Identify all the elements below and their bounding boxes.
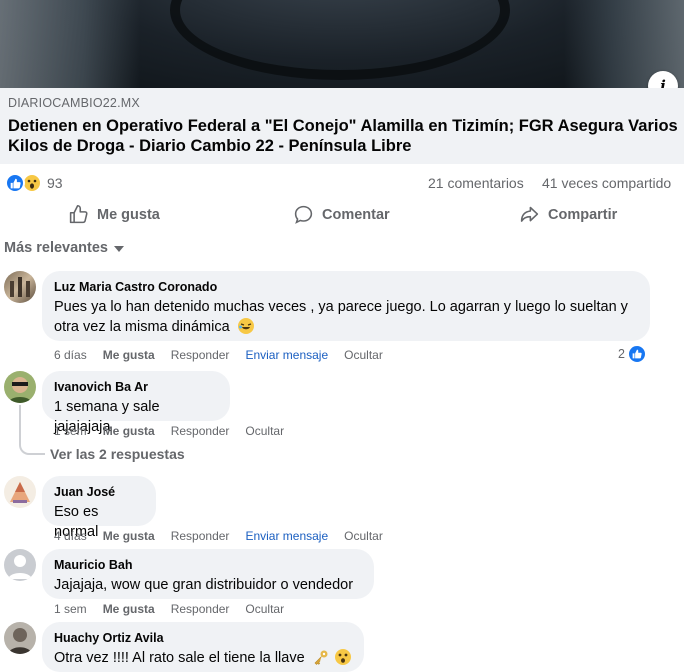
- hide-comment-button[interactable]: Ocultar: [344, 529, 383, 543]
- link-domain: DIARIOCAMBIO22.MX: [8, 96, 140, 110]
- comment-time[interactable]: 6 días: [54, 348, 87, 362]
- comment-bubble: Mauricio Bah Jajajaja, wow que gran dist…: [42, 549, 374, 599]
- key-emoji-icon: [313, 649, 329, 665]
- comment-meta: 6 días Me gusta Responder Enviar mensaje…: [54, 348, 399, 362]
- comment-like-button[interactable]: Me gusta: [103, 602, 155, 616]
- comment-like-number: 2: [618, 347, 625, 361]
- comment-bubble: Ivanovich Ba Ar 1 semana y sale jajajaja…: [42, 371, 230, 435]
- avatar[interactable]: [4, 476, 36, 508]
- comment-like-button[interactable]: Me gusta: [103, 529, 155, 543]
- comment-meta: 4 días Me gusta Responder Enviar mensaje…: [54, 529, 399, 543]
- avatar[interactable]: [4, 271, 36, 303]
- send-message-button[interactable]: Enviar mensaje: [245, 529, 328, 543]
- comment-text: Otra vez !!!! Al rato sale el tiene la l…: [54, 650, 305, 666]
- wow-reaction-icon[interactable]: [22, 173, 42, 193]
- comment-text: Pues ya lo han detenido muchas veces , y…: [54, 299, 628, 315]
- post-actions: Me gusta Comentar Compartir: [0, 200, 684, 230]
- send-message-button[interactable]: Enviar mensaje: [245, 348, 328, 362]
- comment-reply-button[interactable]: Responder: [171, 529, 230, 543]
- default-avatar-icon[interactable]: [4, 549, 36, 581]
- comment-author[interactable]: Mauricio Bah: [54, 557, 362, 573]
- post-image[interactable]: [0, 0, 684, 88]
- like-button[interactable]: Me gusta: [68, 204, 160, 225]
- chevron-down-icon: [113, 246, 124, 252]
- view-replies-link[interactable]: Ver las 2 respuestas: [50, 446, 185, 462]
- comment-text: Jajajaja, wow que gran distribuidor o ve…: [54, 577, 354, 593]
- like-reaction-icon[interactable]: [5, 173, 25, 193]
- post-stats: 93 21 comentarios 41 veces compartido: [0, 172, 684, 194]
- comment-button-label: Comentar: [322, 206, 390, 223]
- shares-count[interactable]: 41 veces compartido: [542, 175, 671, 191]
- comment-meta: 1 sem Me gusta Responder Ocultar: [54, 424, 300, 438]
- like-button-label: Me gusta: [97, 206, 160, 223]
- share-button[interactable]: Compartir: [519, 204, 617, 225]
- share-button-label: Compartir: [548, 206, 618, 223]
- comment-meta: 1 sem Me gusta Responder Ocultar: [54, 602, 300, 616]
- comment-author[interactable]: Luz Maria Castro Coronado: [54, 279, 638, 295]
- comment-reply-button[interactable]: Responder: [171, 348, 230, 362]
- comment-time[interactable]: 4 días: [54, 529, 87, 543]
- comment-time[interactable]: 1 sem: [54, 602, 87, 616]
- comment-text-continued: otra vez la misma dinámica: [54, 317, 638, 337]
- thumbs-up-icon: [69, 204, 88, 224]
- comment-like-button[interactable]: Me gusta: [103, 424, 155, 438]
- sort-label: Más relevantes: [4, 240, 108, 256]
- comment-reply-button[interactable]: Responder: [171, 424, 230, 438]
- astonished-emoji-icon: [334, 649, 351, 665]
- comment-bubble-icon: [294, 205, 313, 224]
- like-reaction-icon: [627, 345, 646, 363]
- comment-like-count[interactable]: 2: [618, 345, 646, 363]
- comment-bubble: Huachy Ortiz Avila Otra vez !!!! Al rato…: [42, 622, 364, 672]
- comment-text-line2: otra vez la misma dinámica: [54, 319, 230, 335]
- comment-button[interactable]: Comentar: [293, 204, 390, 225]
- image-shape: [170, 0, 510, 80]
- comment-author[interactable]: Huachy Ortiz Avila: [54, 630, 352, 646]
- hide-comment-button[interactable]: Ocultar: [245, 424, 284, 438]
- comment-reply-button[interactable]: Responder: [171, 602, 230, 616]
- comments-count[interactable]: 21 comentarios: [428, 175, 524, 191]
- comment-text-row: Otra vez !!!! Al rato sale el tiene la l…: [54, 648, 352, 668]
- share-arrow-icon: [520, 206, 539, 222]
- avatar[interactable]: [4, 622, 36, 654]
- comment-like-button[interactable]: Me gusta: [103, 348, 155, 362]
- image-shade-left: [0, 0, 140, 88]
- reaction-count[interactable]: 93: [47, 175, 63, 191]
- comment-author[interactable]: Ivanovich Ba Ar: [54, 379, 218, 395]
- hide-comment-button[interactable]: Ocultar: [344, 348, 383, 362]
- laughing-emoji-icon: [237, 318, 254, 334]
- thread-connector: [19, 405, 45, 455]
- comment-sort-dropdown[interactable]: Más relevantes: [4, 240, 124, 256]
- link-title[interactable]: Detienen en Operativo Federal a "El Cone…: [8, 116, 678, 156]
- comment-bubble: Luz Maria Castro Coronado Pues ya lo han…: [42, 271, 650, 341]
- avatar[interactable]: [4, 371, 36, 403]
- link-preview[interactable]: DIARIOCAMBIO22.MX Detienen en Operativo …: [0, 88, 684, 164]
- comment-time[interactable]: 1 sem: [54, 424, 87, 438]
- comment-author[interactable]: Juan José: [54, 484, 144, 500]
- hide-comment-button[interactable]: Ocultar: [245, 602, 284, 616]
- comment-bubble: Juan José Eso es normal: [42, 476, 156, 540]
